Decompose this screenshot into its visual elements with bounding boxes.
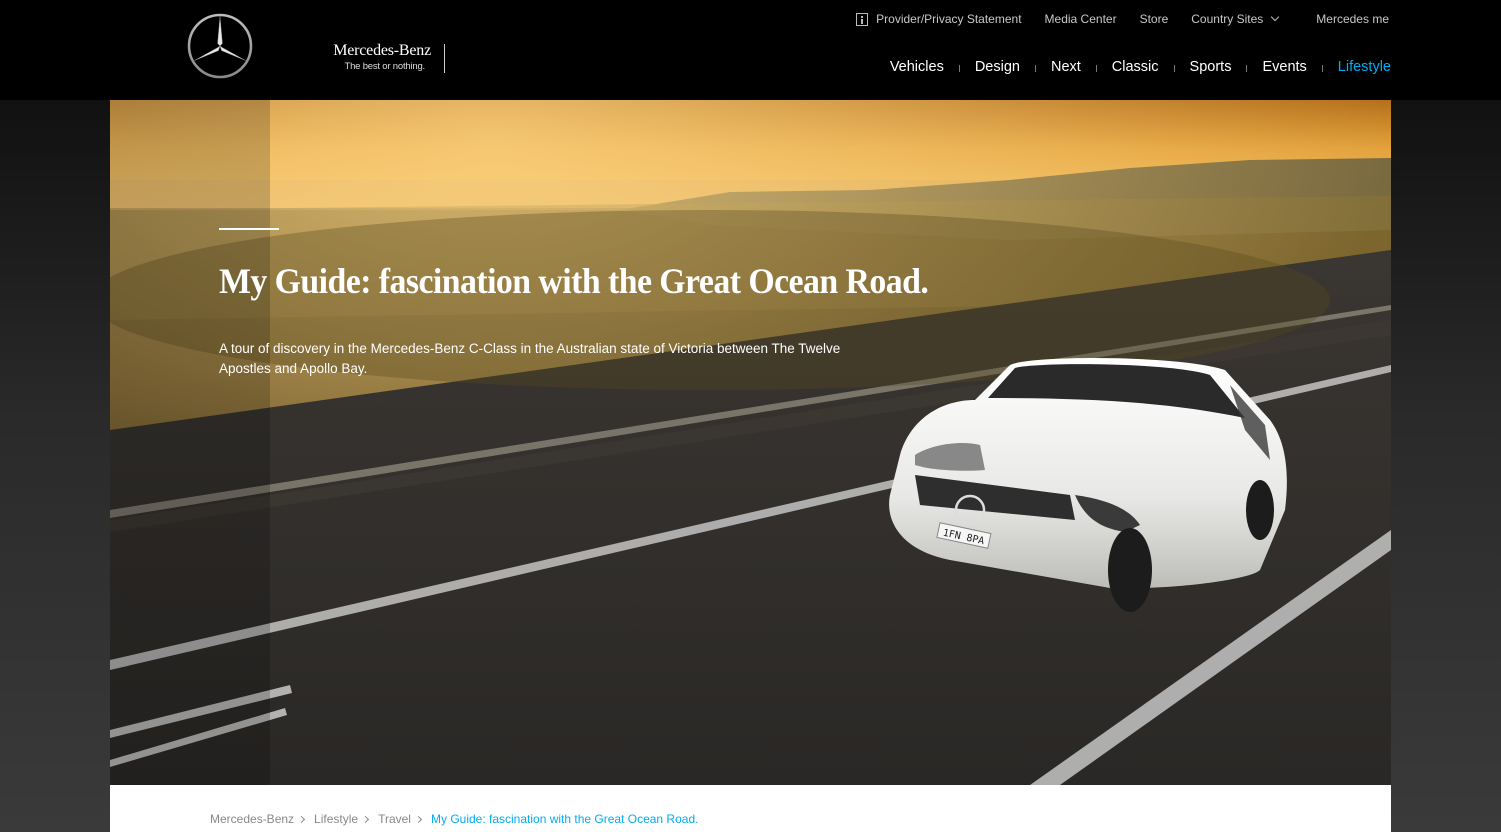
store-link[interactable]: Store bbox=[1140, 11, 1169, 27]
nav-separator bbox=[958, 64, 960, 72]
mercedes-star-icon[interactable] bbox=[187, 13, 253, 79]
chevron-down-icon bbox=[1271, 12, 1280, 22]
hero-image: 1FN 8PA bbox=[110, 100, 1391, 785]
provider-privacy-link[interactable]: Provider/Privacy Statement bbox=[856, 11, 1022, 27]
chevron-right-icon bbox=[362, 815, 370, 823]
breadcrumb-home[interactable]: Mercedes-Benz bbox=[210, 812, 294, 826]
media-center-link[interactable]: Media Center bbox=[1045, 11, 1117, 27]
brand-name: Mercedes-Benz bbox=[333, 42, 431, 59]
site-header: Mercedes-Benz The best or nothing. Provi… bbox=[0, 0, 1501, 100]
mercedes-me-link[interactable]: Mercedes me bbox=[1316, 11, 1389, 27]
nav-next[interactable]: Next bbox=[1051, 58, 1081, 76]
country-sites-dropdown[interactable]: Country Sites bbox=[1191, 11, 1280, 27]
brand-divider bbox=[444, 44, 445, 73]
hero-rule bbox=[219, 228, 279, 230]
nav-separator bbox=[1095, 64, 1097, 72]
breadcrumb: Mercedes-Benz Lifestyle Travel My Guide:… bbox=[210, 812, 698, 826]
nav-lifestyle[interactable]: Lifestyle bbox=[1338, 58, 1391, 76]
hero-description: A tour of discovery in the Mercedes-Benz… bbox=[219, 341, 841, 376]
nav-separator bbox=[1246, 64, 1248, 72]
country-sites-label: Country Sites bbox=[1191, 12, 1264, 26]
nav-separator bbox=[1321, 64, 1323, 72]
nav-design[interactable]: Design bbox=[975, 58, 1020, 76]
info-icon bbox=[856, 12, 869, 26]
utility-nav: Provider/Privacy Statement Media Center … bbox=[856, 11, 1389, 27]
nav-events[interactable]: Events bbox=[1262, 58, 1306, 76]
breadcrumb-lifestyle[interactable]: Lifestyle bbox=[314, 812, 358, 826]
nav-separator bbox=[1034, 64, 1036, 72]
nav-vehicles[interactable]: Vehicles bbox=[890, 58, 944, 76]
nav-classic[interactable]: Classic bbox=[1112, 58, 1159, 76]
chevron-right-icon bbox=[298, 815, 306, 823]
breadcrumb-current: My Guide: fascination with the Great Oce… bbox=[430, 812, 699, 826]
breadcrumb-bar: Mercedes-Benz Lifestyle Travel My Guide:… bbox=[110, 785, 1391, 832]
brand-wordmark[interactable]: Mercedes-Benz The best or nothing. bbox=[321, 42, 431, 73]
breadcrumb-travel[interactable]: Travel bbox=[378, 812, 411, 826]
hero-banner: 1FN 8PA My Guide: fascination with the G… bbox=[110, 100, 1391, 785]
provider-privacy-label: Provider/Privacy Statement bbox=[876, 12, 1022, 26]
main-nav: Vehicles Design Next Classic Sports Even… bbox=[890, 58, 1391, 76]
nav-sports[interactable]: Sports bbox=[1190, 58, 1232, 76]
chevron-right-icon bbox=[414, 815, 423, 823]
nav-separator bbox=[1173, 64, 1175, 72]
hero-content: My Guide: fascination with the Great Oce… bbox=[219, 228, 929, 379]
brand-tagline: The best or nothing. bbox=[344, 61, 426, 72]
hero-title: My Guide: fascination with the Great Oce… bbox=[219, 261, 929, 301]
